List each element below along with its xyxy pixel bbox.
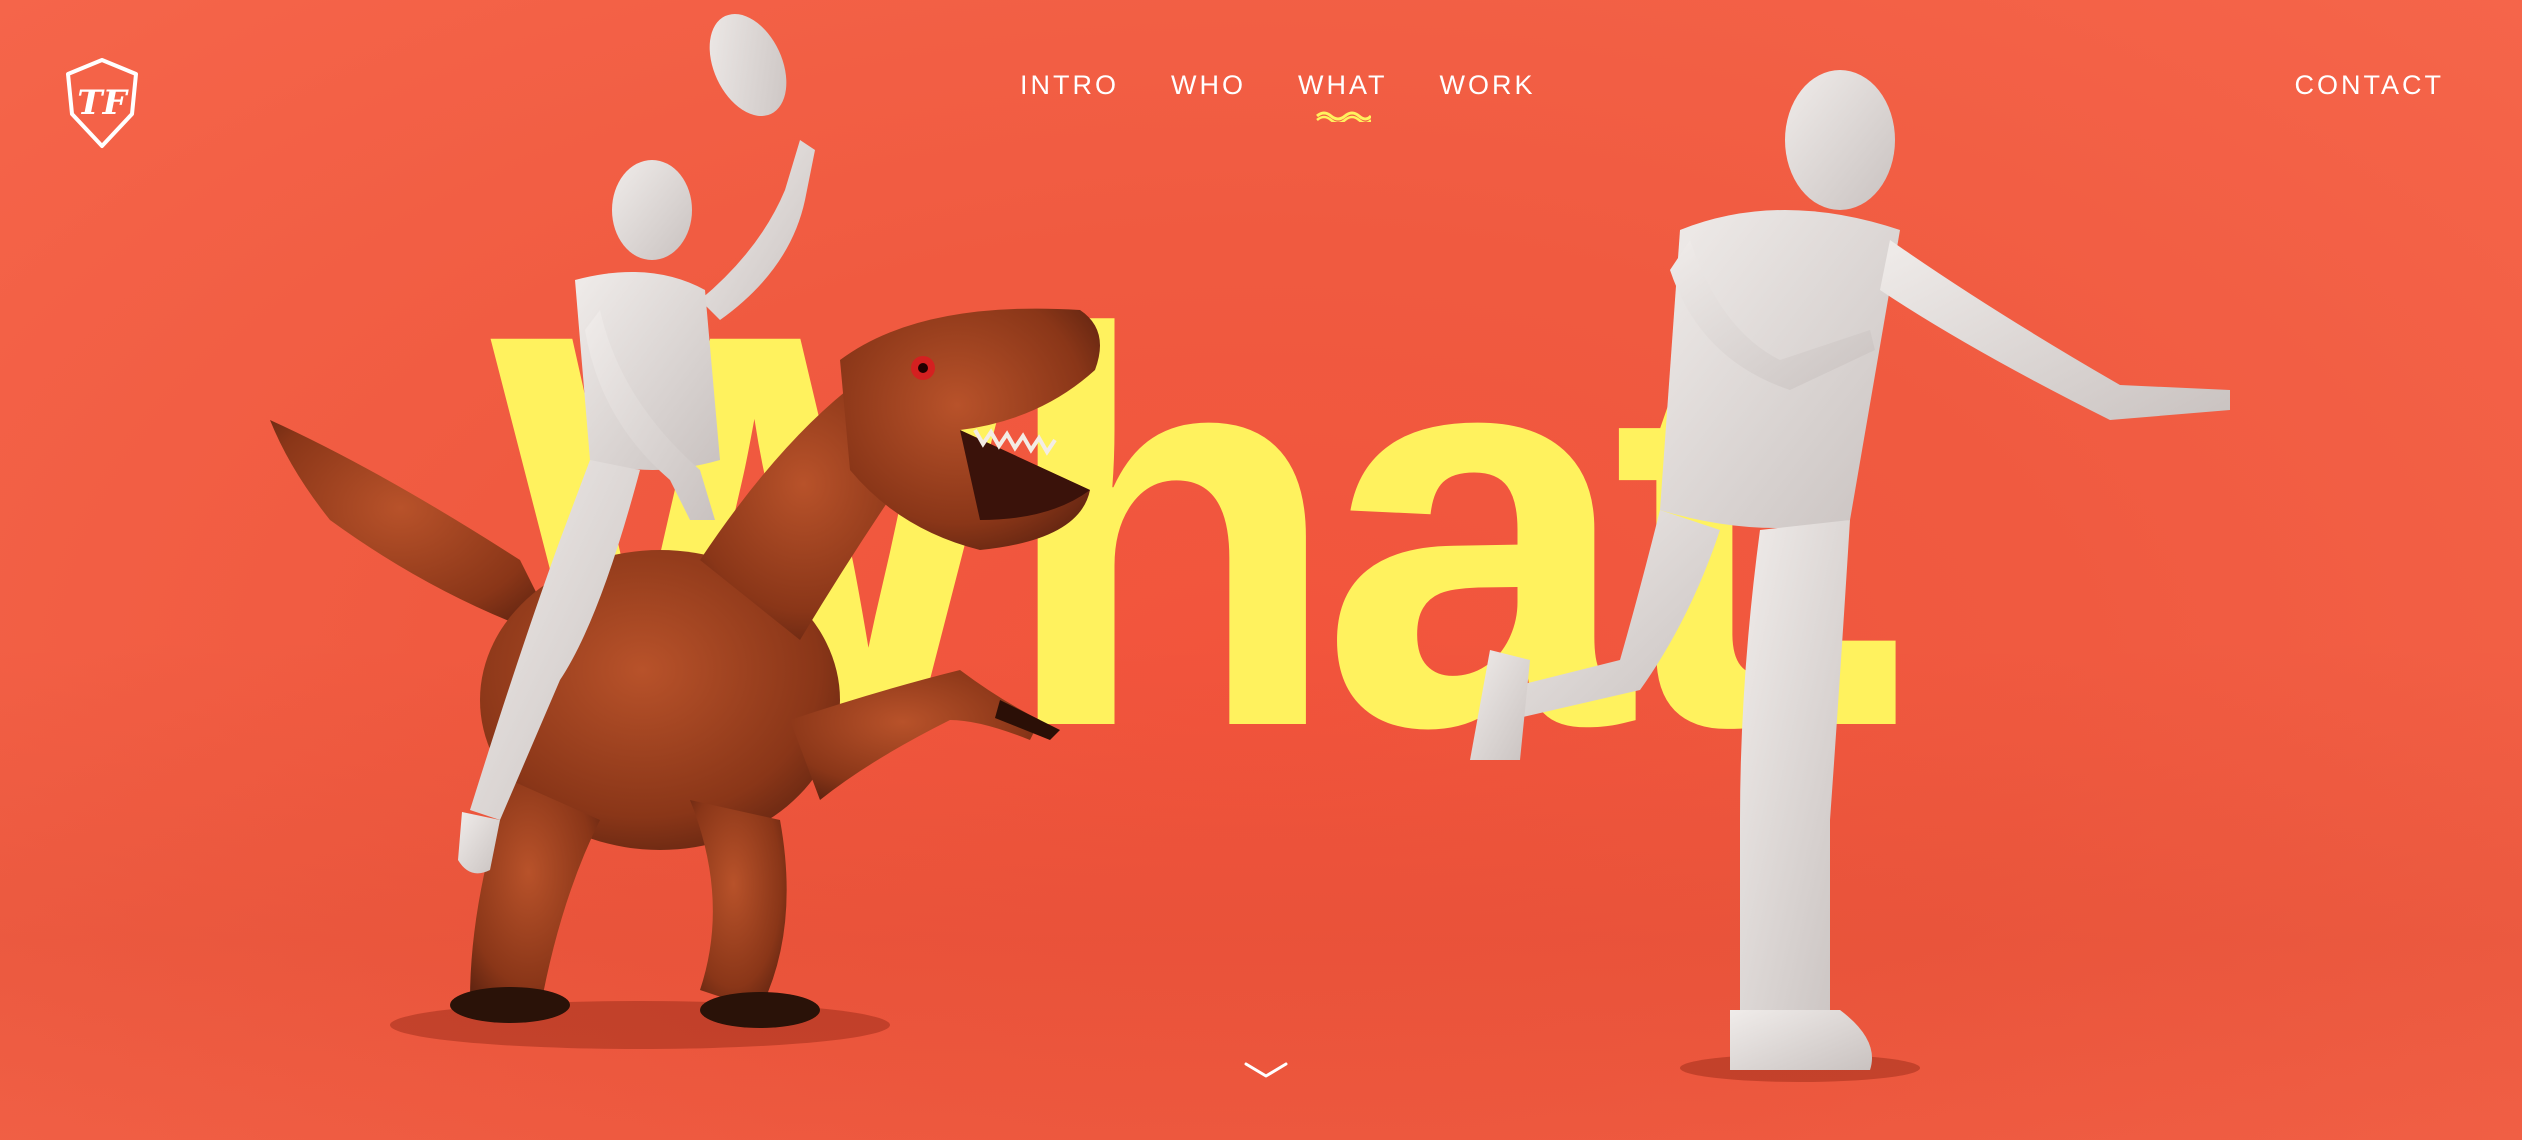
running-figure (1470, 70, 2230, 1070)
hero-illustration (270, 13, 2230, 1082)
chevron-down-icon[interactable] (1242, 1058, 1290, 1082)
